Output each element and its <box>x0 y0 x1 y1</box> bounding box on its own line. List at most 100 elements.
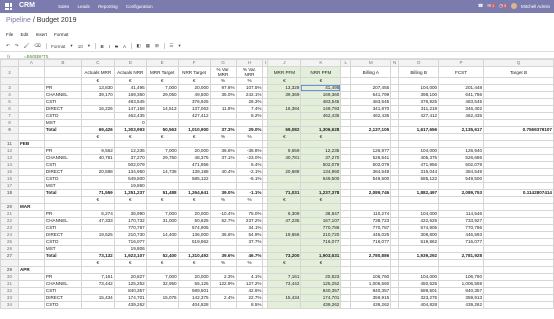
cell[interactable]: € <box>177 77 211 85</box>
text-color-icon[interactable]: A <box>123 44 126 49</box>
cell[interactable] <box>17 231 45 239</box>
cell[interactable]: 55,125 <box>177 280 211 288</box>
cell[interactable] <box>483 287 554 295</box>
formula-input[interactable]: =B6/B$6*T5 <box>24 54 48 59</box>
cell[interactable]: 37.7% <box>235 238 264 246</box>
row-number[interactable]: 17 <box>0 182 19 190</box>
cell[interactable]: CSTD <box>43 175 82 183</box>
cell[interactable]: 483,545 <box>350 98 392 106</box>
column-header[interactable]: C <box>80 59 115 67</box>
cell[interactable]: 134,960 <box>113 168 147 176</box>
cell[interactable]: 716,077 <box>350 238 392 246</box>
cell[interactable] <box>483 280 554 288</box>
bold-icon[interactable]: B <box>100 44 103 49</box>
cell[interactable]: 641,786 <box>438 91 484 99</box>
cell[interactable]: 439,262 <box>113 301 147 309</box>
cell[interactable] <box>350 196 392 204</box>
cell[interactable]: 9,559 <box>267 147 302 155</box>
cell[interactable] <box>390 238 400 246</box>
cell[interactable] <box>483 231 554 239</box>
cell[interactable]: 37,270 <box>113 154 147 162</box>
cell[interactable] <box>145 112 179 120</box>
clear-format-icon[interactable]: ⌫ <box>34 43 40 49</box>
cell[interactable]: 1,939,292 <box>398 252 440 260</box>
cell[interactable]: 37.3% <box>209 126 237 134</box>
cell[interactable] <box>43 140 82 148</box>
cell[interactable] <box>43 266 82 274</box>
header-mrr-target[interactable]: MRR Target <box>145 66 179 78</box>
header-nrr-pfm[interactable]: NRR PFM <box>300 66 342 78</box>
cell[interactable] <box>483 266 554 274</box>
cell[interactable]: 170,732 <box>113 217 147 225</box>
cell[interactable]: 19,860 <box>113 182 147 190</box>
cell[interactable]: 439,262 <box>350 301 392 309</box>
cell[interactable]: 502,079 <box>113 161 147 169</box>
cell[interactable]: 22.7% <box>235 294 264 302</box>
cell[interactable]: 50,563 <box>145 126 179 134</box>
cell[interactable]: 174,701 <box>300 294 342 302</box>
cell[interactable]: 47,333 <box>80 217 115 225</box>
header-billing-a[interactable]: Billing A <box>350 66 392 78</box>
cell[interactable]: 405,375 <box>398 154 440 162</box>
column-header[interactable]: F <box>177 59 211 67</box>
cell[interactable] <box>390 224 400 232</box>
menu-reporting[interactable]: Reporting <box>98 4 118 9</box>
cell[interactable] <box>209 175 237 183</box>
row-number[interactable]: 23 <box>0 224 19 232</box>
cell[interactable]: 104,000 <box>398 147 440 155</box>
cell[interactable]: MAR <box>17 203 45 211</box>
cell[interactable]: 110,274 <box>350 210 392 218</box>
cell[interactable] <box>80 203 115 211</box>
cell[interactable] <box>267 119 302 127</box>
cell[interactable] <box>17 217 45 225</box>
cell[interactable] <box>390 252 400 260</box>
cell[interactable]: 35.6% <box>209 231 237 239</box>
cell[interactable] <box>235 140 264 148</box>
cell[interactable]: 716,077 <box>438 238 484 246</box>
cell[interactable]: 20,823 <box>300 273 342 281</box>
cell[interactable]: 9,562 <box>80 147 115 155</box>
row-number[interactable]: 21 <box>0 210 19 218</box>
cell[interactable]: 167,107 <box>300 217 342 225</box>
row-number[interactable]: 18 <box>0 189 19 197</box>
header-mrr-pfm[interactable]: MRR PFM <box>267 66 302 78</box>
cell[interactable] <box>17 91 45 99</box>
cell[interactable] <box>209 161 237 169</box>
cell[interactable] <box>17 238 45 246</box>
cell[interactable]: 137,063 <box>177 105 211 113</box>
header-actuals-mrr[interactable]: Actuals MRR <box>80 66 115 78</box>
apps-grid-icon[interactable] <box>5 3 12 10</box>
row-number[interactable] <box>0 259 19 267</box>
cell[interactable] <box>80 266 115 274</box>
cell[interactable] <box>350 245 392 253</box>
cell[interactable]: MST <box>43 119 82 127</box>
cell[interactable]: 40.4% <box>209 168 237 176</box>
cell[interactable]: 39,170 <box>80 91 115 99</box>
cell[interactable] <box>438 77 484 85</box>
cell[interactable]: 71,031 <box>267 189 302 197</box>
cell[interactable]: 384,549 <box>350 168 392 176</box>
cell[interactable] <box>483 210 554 218</box>
cell[interactable] <box>209 119 237 127</box>
cell[interactable] <box>145 98 179 106</box>
cell[interactable]: 7,000 <box>145 210 179 218</box>
row-number[interactable]: 12 <box>0 147 19 155</box>
cell[interactable]: 29.0% <box>235 126 264 134</box>
cell[interactable] <box>340 112 352 120</box>
cell[interactable]: FEB <box>17 140 45 148</box>
cell[interactable] <box>398 203 440 211</box>
row-number[interactable]: 27 <box>0 252 19 260</box>
cell[interactable]: 549,500 <box>113 175 147 183</box>
cell[interactable] <box>350 119 392 127</box>
cell[interactable] <box>390 196 400 204</box>
cell[interactable] <box>267 203 302 211</box>
cell[interactable]: € <box>113 133 147 141</box>
cell[interactable] <box>483 119 554 127</box>
column-header[interactable]: D <box>113 59 147 67</box>
cell[interactable] <box>17 189 45 197</box>
cell[interactable] <box>483 168 554 176</box>
cell[interactable]: 40,781 <box>80 154 115 162</box>
cell[interactable] <box>80 238 115 246</box>
cell[interactable]: € <box>300 77 342 85</box>
cell[interactable] <box>340 217 352 225</box>
